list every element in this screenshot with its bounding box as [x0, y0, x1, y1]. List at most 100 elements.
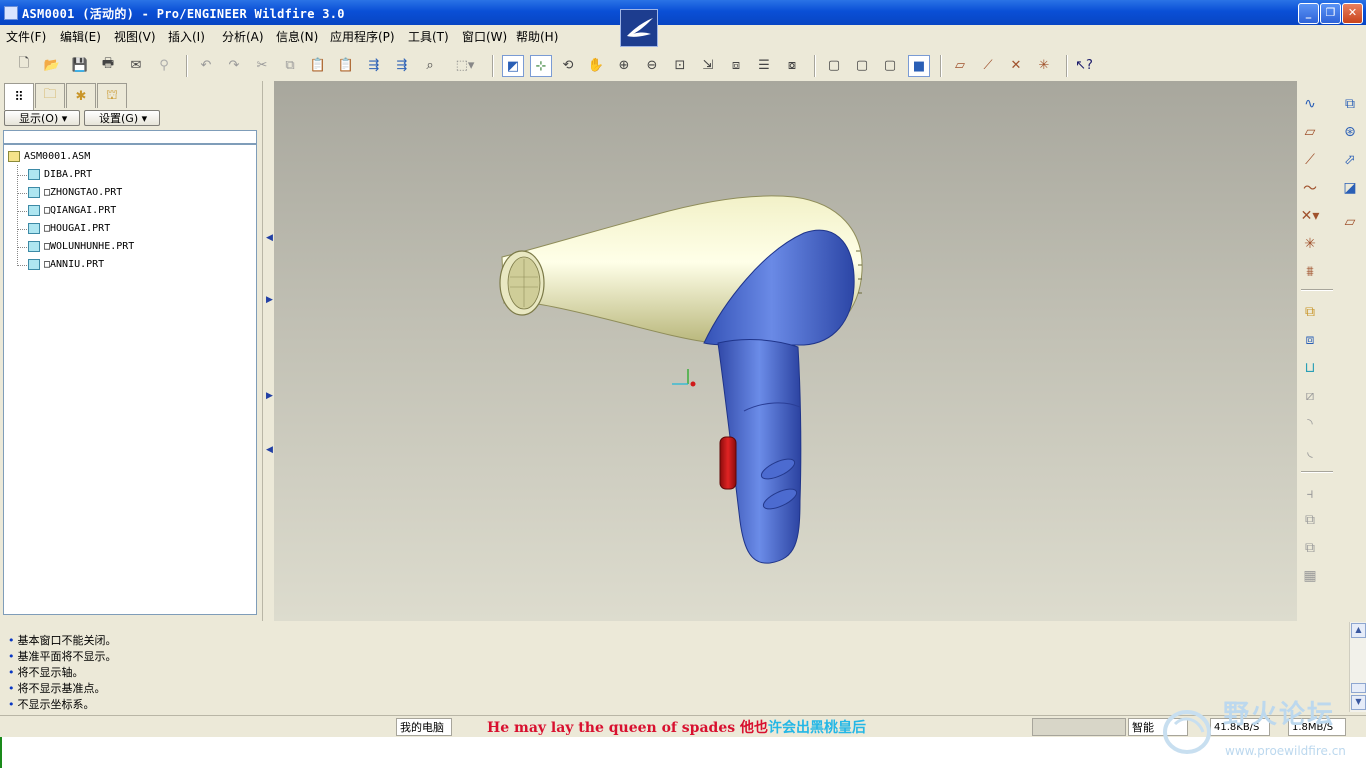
rib-icon[interactable]: ◝: [1299, 413, 1321, 435]
new-file-icon[interactable]: 🗋: [14, 55, 34, 75]
menu-analysis[interactable]: 分析(A): [222, 28, 264, 45]
tree-item[interactable]: □WOLUNHUNHE.PRT: [44, 241, 134, 252]
datum-planes-icon[interactable]: ▱: [950, 55, 970, 75]
view-manager-icon[interactable]: ⧇: [782, 55, 802, 75]
spin-center-icon[interactable]: ⊹: [530, 55, 552, 77]
tab-model-tree[interactable]: ⠿: [4, 83, 34, 110]
context-help-icon[interactable]: ↖?: [1074, 55, 1094, 75]
boundary-blend-icon[interactable]: ◪: [1339, 177, 1361, 199]
menu-info[interactable]: 信息(N): [276, 28, 318, 45]
paste-icon[interactable]: 📋: [308, 55, 328, 75]
datum-axis-tool-icon[interactable]: ⟋: [1299, 149, 1321, 171]
menu-view[interactable]: 视图(V): [114, 28, 156, 45]
orient-mode-icon[interactable]: ⟲: [558, 55, 578, 75]
zoom-in-icon[interactable]: ⊕: [614, 55, 634, 75]
sweep-icon[interactable]: ⬀: [1339, 149, 1361, 171]
shading-icon[interactable]: ■: [908, 55, 930, 77]
regenerate-manager-icon[interactable]: ⇶: [392, 55, 412, 75]
undo-icon[interactable]: ↶: [196, 55, 216, 75]
mirror-icon[interactable]: ⫞: [1299, 483, 1321, 505]
restore-button[interactable]: ❐: [1320, 3, 1341, 24]
expand-right-icon[interactable]: ▶: [266, 295, 273, 305]
pan-hand-icon[interactable]: ✋: [586, 55, 606, 75]
revolve-icon[interactable]: ⊛: [1339, 121, 1361, 143]
menu-insert[interactable]: 插入(I): [168, 28, 205, 45]
filter-mode-selector[interactable]: 智能: [1128, 718, 1188, 736]
selection-box-icon[interactable]: ⬚▾: [448, 55, 482, 75]
datum-points-icon[interactable]: ✕: [1006, 55, 1026, 75]
copy-icon[interactable]: ⧉: [280, 55, 300, 75]
refit-icon[interactable]: ⊡: [670, 55, 690, 75]
show-dropdown-button[interactable]: 显示(O) ▾: [4, 110, 80, 126]
settings-dropdown-button[interactable]: 设置(G) ▾: [84, 110, 160, 126]
coordinate-system-tool-icon[interactable]: ✳: [1299, 233, 1321, 255]
save-icon[interactable]: 💾: [70, 55, 90, 75]
send-mail-icon[interactable]: ✉: [126, 55, 146, 75]
close-button[interactable]: ✕: [1342, 3, 1363, 24]
tab-connections[interactable]: ⛫: [97, 83, 127, 108]
redo-icon[interactable]: ↷: [224, 55, 244, 75]
print-icon[interactable]: 🖶: [98, 55, 118, 75]
send-link-icon[interactable]: ⚲: [154, 55, 174, 75]
layers-icon[interactable]: ☰: [754, 55, 774, 75]
part-icon: [28, 223, 40, 234]
datum-point-tool-icon[interactable]: ✕▾: [1299, 205, 1321, 227]
tree-root-item[interactable]: ASM0001.ASM: [24, 151, 90, 162]
tab-folder-browser[interactable]: 🗀: [35, 83, 65, 108]
analysis-feature-icon[interactable]: ⩩: [1299, 261, 1321, 283]
find-icon[interactable]: ⌕: [420, 55, 440, 75]
tree-item[interactable]: □QIANGAI.PRT: [44, 205, 116, 216]
menu-tools[interactable]: 工具(T): [408, 28, 449, 45]
scroll-down-icon[interactable]: ▼: [1351, 695, 1366, 710]
status-blank-panel: [1032, 718, 1126, 736]
scroll-up-icon[interactable]: ▲: [1351, 623, 1366, 638]
tab-favorites[interactable]: ✱: [66, 83, 96, 108]
toolbar-separator: [1301, 471, 1333, 473]
no-hidden-icon[interactable]: ▢: [880, 55, 900, 75]
sketch-tool-icon[interactable]: ∿: [1299, 93, 1321, 115]
reorient-icon[interactable]: ⇲: [698, 55, 718, 75]
tree-item[interactable]: □ZHONGTAO.PRT: [44, 187, 122, 198]
menu-edit[interactable]: 编辑(E): [60, 28, 101, 45]
hole-icon[interactable]: ⊔: [1299, 357, 1321, 379]
model-tree-icon: ⠿: [14, 89, 24, 105]
repaint-icon[interactable]: ◩: [502, 55, 524, 77]
tree-item[interactable]: □ANNIU.PRT: [44, 259, 104, 270]
wireframe-icon[interactable]: ▢: [824, 55, 844, 75]
scroll-thumb[interactable]: [1351, 683, 1366, 693]
draft-icon[interactable]: ◟: [1299, 441, 1321, 463]
tree-item[interactable]: □HOUGAI.PRT: [44, 223, 110, 234]
paste-special-icon[interactable]: 📋: [336, 55, 356, 75]
create-component-icon[interactable]: ⧈: [1299, 329, 1321, 351]
menu-help[interactable]: 帮助(H): [516, 28, 558, 45]
graphics-window[interactable]: [274, 81, 1297, 621]
datum-axes-icon[interactable]: ⟋: [978, 55, 998, 75]
saved-views-icon[interactable]: ⧈: [726, 55, 746, 75]
shell-icon[interactable]: ⧄: [1299, 385, 1321, 407]
menu-window[interactable]: 窗口(W): [462, 28, 507, 45]
datum-curve-tool-icon[interactable]: 〜: [1299, 177, 1321, 199]
hidden-line-icon[interactable]: ▢: [852, 55, 872, 75]
message-scrollbar[interactable]: ▲ ▼: [1349, 622, 1366, 712]
coordinate-systems-icon[interactable]: ✳: [1034, 55, 1054, 75]
cut-icon[interactable]: ✂: [252, 55, 272, 75]
minimize-button[interactable]: _: [1298, 3, 1319, 24]
extrude-icon[interactable]: ⧉: [1339, 93, 1361, 115]
trim-icon[interactable]: ⧉: [1299, 537, 1321, 559]
zoom-out-icon[interactable]: ⊖: [642, 55, 662, 75]
collapse-left-icon[interactable]: ◀: [266, 445, 273, 455]
pattern-icon[interactable]: ▦: [1299, 565, 1321, 587]
tree-item[interactable]: DIBA.PRT: [44, 169, 92, 180]
style-tool-icon[interactable]: ▱: [1339, 211, 1361, 233]
merge-icon[interactable]: ⧉: [1299, 509, 1321, 531]
menu-applications[interactable]: 应用程序(P): [330, 28, 395, 45]
menu-file[interactable]: 文件(F): [6, 28, 46, 45]
expand-right-icon[interactable]: ▶: [266, 391, 273, 401]
message-line: 基准平面将不显示。: [8, 648, 117, 664]
open-folder-icon[interactable]: 📂: [42, 55, 62, 75]
collapse-left-icon[interactable]: ◀: [266, 233, 273, 243]
regenerate-icon[interactable]: ⇶: [364, 55, 384, 75]
datum-plane-tool-icon[interactable]: ▱: [1299, 121, 1321, 143]
assemble-component-icon[interactable]: ⧉: [1299, 301, 1321, 323]
tree-connector: [17, 247, 27, 248]
